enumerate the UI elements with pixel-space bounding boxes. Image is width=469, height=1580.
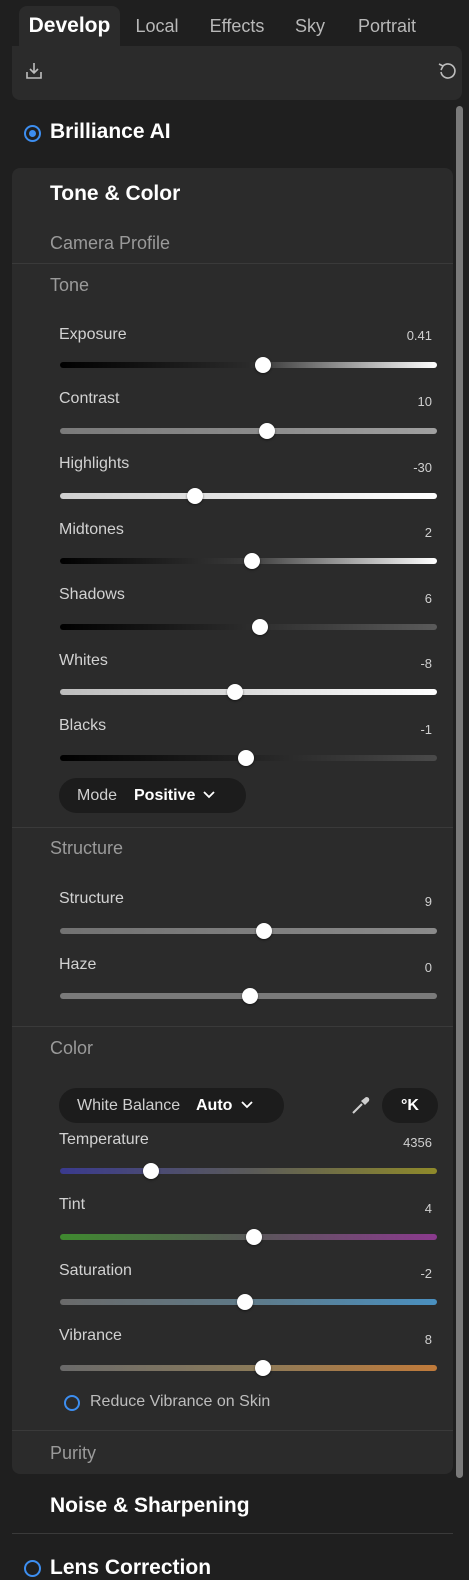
temperature-label: Temperature bbox=[59, 1131, 149, 1148]
subsection-camera-profile[interactable]: Camera Profile bbox=[50, 233, 170, 254]
whites-value[interactable]: -8 bbox=[420, 656, 432, 671]
module-tabs: Develop Local Effects Sky Portrait bbox=[12, 0, 462, 46]
divider bbox=[12, 1430, 453, 1431]
vibrance-label: Vibrance bbox=[59, 1327, 122, 1344]
structure-label: Structure bbox=[59, 890, 124, 907]
reduce-vibrance-label[interactable]: Reduce Vibrance on Skin bbox=[90, 1393, 270, 1411]
saturation-knob[interactable] bbox=[237, 1294, 253, 1310]
panel-scrollbar[interactable] bbox=[456, 106, 463, 1478]
whites-label: Whites bbox=[59, 652, 108, 669]
contrast-knob[interactable] bbox=[259, 423, 275, 439]
vibrance-value[interactable]: 8 bbox=[425, 1332, 432, 1347]
contrast-value[interactable]: 10 bbox=[418, 394, 432, 409]
divider bbox=[12, 1533, 453, 1534]
shadows-label: Shadows bbox=[59, 586, 125, 603]
subsection-color[interactable]: Color bbox=[50, 1038, 93, 1059]
subsection-tone[interactable]: Tone bbox=[50, 275, 89, 296]
contrast-label: Contrast bbox=[59, 390, 120, 407]
temperature-knob[interactable] bbox=[143, 1163, 159, 1179]
tab-sky[interactable]: Sky bbox=[288, 6, 332, 46]
section-lens-correction[interactable]: Lens Correction bbox=[50, 1556, 211, 1580]
subsection-purity[interactable]: Purity bbox=[50, 1443, 96, 1464]
highlights-value[interactable]: -30 bbox=[413, 460, 432, 475]
undo-icon[interactable] bbox=[436, 60, 458, 82]
temperature-value[interactable]: 4356 bbox=[403, 1135, 432, 1150]
haze-knob[interactable] bbox=[242, 988, 258, 1004]
midtones-label: Midtones bbox=[59, 521, 124, 538]
reduce-vibrance-toggle[interactable] bbox=[64, 1395, 80, 1411]
mode-dropdown[interactable]: Mode Positive bbox=[59, 778, 246, 813]
divider bbox=[12, 827, 453, 828]
shadows-value[interactable]: 6 bbox=[425, 591, 432, 606]
develop-toolbar bbox=[12, 46, 462, 100]
white-balance-dropdown[interactable]: White Balance Auto bbox=[59, 1088, 284, 1123]
highlights-knob[interactable] bbox=[187, 488, 203, 504]
tab-develop[interactable]: Develop bbox=[19, 6, 120, 46]
midtones-value[interactable]: 2 bbox=[425, 525, 432, 540]
chevron-down-icon bbox=[203, 791, 215, 799]
chevron-down-icon bbox=[241, 1101, 253, 1109]
tab-local[interactable]: Local bbox=[128, 6, 186, 46]
white-balance-value: Auto bbox=[196, 1097, 233, 1114]
divider bbox=[12, 1026, 453, 1027]
tab-effects[interactable]: Effects bbox=[202, 6, 272, 46]
exposure-value[interactable]: 0.41 bbox=[407, 328, 432, 343]
contrast-track[interactable] bbox=[60, 428, 437, 434]
whites-knob[interactable] bbox=[227, 684, 243, 700]
mode-label: Mode bbox=[77, 787, 118, 804]
highlights-label: Highlights bbox=[59, 455, 130, 472]
highlights-track[interactable] bbox=[60, 493, 437, 499]
haze-label: Haze bbox=[59, 956, 97, 973]
blacks-value[interactable]: -1 bbox=[420, 722, 432, 737]
subsection-structure[interactable]: Structure bbox=[50, 838, 123, 859]
tint-knob[interactable] bbox=[246, 1229, 262, 1245]
blacks-label: Blacks bbox=[59, 717, 107, 734]
lens-correction-toggle-icon[interactable] bbox=[24, 1560, 41, 1577]
structure-knob[interactable] bbox=[256, 923, 272, 939]
tint-value[interactable]: 4 bbox=[425, 1201, 432, 1216]
tab-portrait[interactable]: Portrait bbox=[348, 6, 426, 46]
shadows-knob[interactable] bbox=[252, 619, 268, 635]
mode-value: Positive bbox=[134, 787, 196, 804]
vibrance-track[interactable] bbox=[60, 1365, 437, 1371]
saturation-label: Saturation bbox=[59, 1262, 132, 1279]
export-icon[interactable] bbox=[23, 60, 45, 82]
saturation-value[interactable]: -2 bbox=[420, 1266, 432, 1281]
divider bbox=[12, 263, 453, 264]
tint-label: Tint bbox=[59, 1196, 86, 1213]
vibrance-knob[interactable] bbox=[255, 1360, 271, 1376]
eyedropper-icon[interactable] bbox=[350, 1094, 372, 1116]
exposure-track[interactable] bbox=[60, 362, 437, 368]
midtones-knob[interactable] bbox=[244, 553, 260, 569]
brilliance-toggle-icon[interactable] bbox=[24, 125, 41, 142]
shadows-track[interactable] bbox=[60, 624, 437, 630]
section-brilliance-ai[interactable]: Brilliance AI bbox=[50, 120, 171, 144]
exposure-label: Exposure bbox=[59, 326, 127, 343]
section-tone-color[interactable]: Tone & Color bbox=[50, 182, 180, 206]
section-noise-sharpening[interactable]: Noise & Sharpening bbox=[50, 1494, 250, 1518]
haze-value[interactable]: 0 bbox=[425, 960, 432, 975]
kelvin-toggle-button[interactable]: °K bbox=[382, 1088, 438, 1123]
whites-track[interactable] bbox=[60, 689, 437, 695]
white-balance-label: White Balance bbox=[77, 1097, 181, 1114]
structure-track[interactable] bbox=[60, 928, 437, 934]
exposure-knob[interactable] bbox=[255, 357, 271, 373]
structure-value[interactable]: 9 bbox=[425, 894, 432, 909]
temperature-track[interactable] bbox=[60, 1168, 437, 1174]
blacks-knob[interactable] bbox=[238, 750, 254, 766]
